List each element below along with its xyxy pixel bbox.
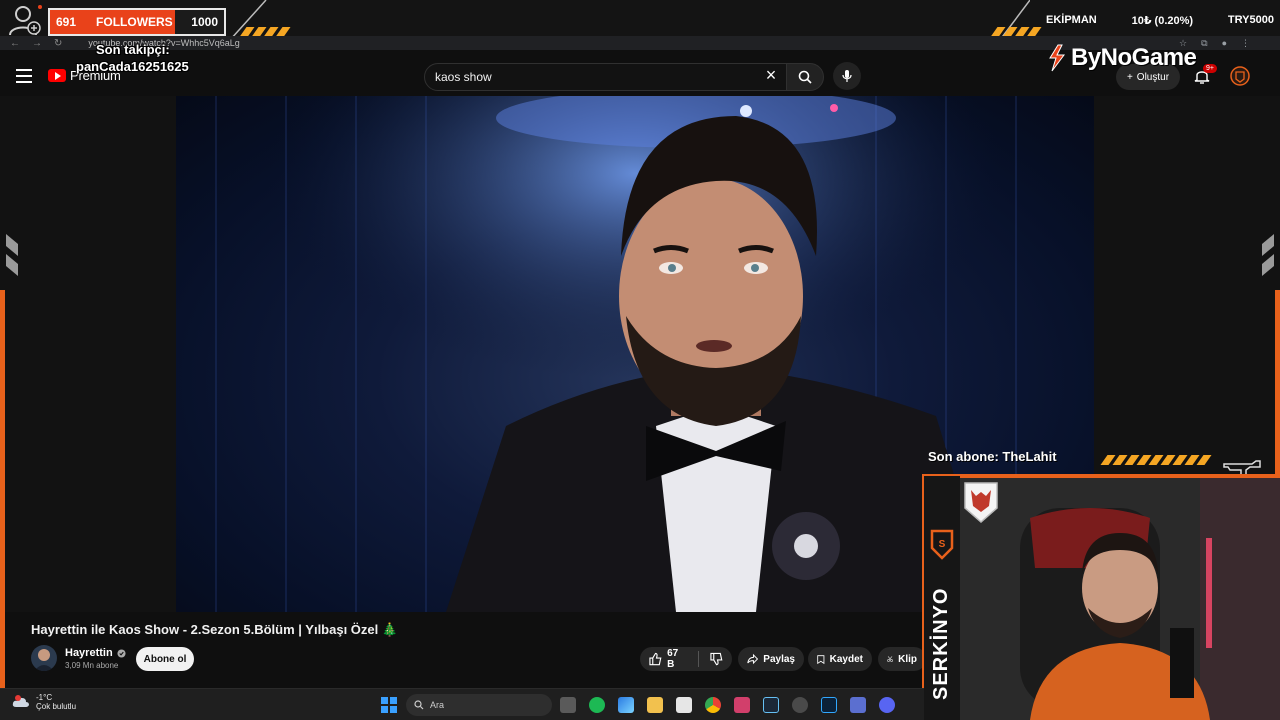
thumbs-up-icon[interactable] [649, 652, 662, 666]
bookmark-icon [817, 654, 825, 664]
search-icon [798, 70, 812, 84]
search-value: kaos show [435, 70, 492, 84]
media-app-icon[interactable] [734, 697, 750, 713]
taskbar-search-placeholder: Ara [430, 700, 445, 710]
share-label: Paylaş [763, 653, 795, 665]
webcam-video [960, 478, 1280, 720]
discord-icon[interactable] [879, 697, 895, 713]
photoshop-icon[interactable] [821, 697, 837, 713]
like-divider [697, 651, 699, 667]
followers-label: FOLLOWERS [96, 15, 173, 29]
follower-goal-counter: 691 FOLLOWERS 1000 [48, 8, 226, 36]
microphone-icon [842, 70, 852, 82]
voice-search-button[interactable] [833, 62, 861, 90]
verified-badge-icon [117, 648, 126, 658]
follower-progress-fill: 691 FOLLOWERS [50, 10, 175, 34]
plus-icon: + [1126, 71, 1133, 83]
clip-button[interactable]: Klip [878, 647, 926, 671]
temperature: -1°C [36, 693, 53, 702]
taskbar-search-icon [414, 700, 424, 710]
clear-search-icon[interactable]: × [760, 64, 782, 86]
chevrons-decoration-left [6, 234, 18, 276]
steam-icon[interactable] [763, 697, 779, 713]
copilot-icon[interactable] [618, 697, 634, 713]
streamer-name: SERKİNYO [930, 587, 952, 700]
video-title: Hayrettin ile Kaos Show - 2.Sezon 5.Bölü… [31, 622, 399, 637]
chrome-icon[interactable] [705, 697, 721, 713]
channel-avatar[interactable] [31, 645, 57, 671]
obs-icon[interactable] [792, 697, 808, 713]
forward-icon[interactable]: → [32, 38, 42, 49]
share-button[interactable]: Paylaş [738, 647, 804, 671]
bynogame-logo-icon [1049, 44, 1065, 72]
taskbar-search[interactable]: Ara [406, 694, 552, 716]
windows-start-icon[interactable] [381, 697, 397, 713]
last-follower-name: panCada16251625 [76, 59, 189, 74]
followers-goal: 1000 [191, 15, 218, 29]
clip-label: Klip [898, 653, 917, 665]
streamer-emblem-icon: S [930, 529, 954, 560]
followers-current: 691 [56, 15, 77, 29]
brand-text: ByNoGame [1071, 44, 1197, 71]
search-button[interactable] [786, 63, 824, 91]
save-button[interactable]: Kaydet [808, 647, 872, 671]
ticker-right: TRY5000 [1227, 14, 1274, 26]
notification-badge: 9+ [1203, 64, 1217, 73]
profile-icon[interactable]: ● [1222, 38, 1227, 49]
extensions-icon[interactable]: ⧉ [1201, 38, 1207, 49]
windows-taskbar: -1°C Çok bulutlu Ara [0, 688, 924, 720]
youtube-play-icon [48, 69, 66, 82]
bynogame-brand: ByNoGame [1044, 44, 1197, 72]
weather-description: Çok bulutlu [36, 702, 77, 711]
thumbs-down-icon[interactable] [710, 652, 723, 666]
ticker-mid: 10₺ (0.20%) [1131, 14, 1194, 27]
user-add-icon [9, 5, 42, 36]
bear-emblem-icon [964, 482, 998, 523]
weather-widget[interactable]: -1°C Çok bulutlu [12, 693, 76, 711]
vpn-icon[interactable] [850, 697, 866, 713]
search-input[interactable]: kaos show [424, 63, 788, 91]
webcam-scene [960, 478, 1280, 720]
overlay-side-accent-right [1275, 290, 1280, 480]
create-label: Oluştur [1136, 71, 1170, 83]
last-follower-label: Son takipçi: [96, 42, 170, 57]
reload-icon[interactable]: ↻ [54, 38, 62, 49]
channel-name[interactable]: Hayrettin [65, 647, 113, 659]
avatar-image [34, 649, 54, 671]
like-count[interactable]: 67 B [667, 648, 687, 670]
hamburger-menu-icon[interactable] [16, 69, 32, 83]
like-dislike-group: 67 B [640, 647, 732, 671]
equipment-ticker: EKİPMAN 10₺ (0.20%) TRY5000 [1040, 0, 1280, 40]
stream-overlay-top-bar: 691 FOLLOWERS 1000 EKİPMAN 10₺ (0.20%) T… [0, 0, 1280, 40]
spotify-icon[interactable] [589, 697, 605, 713]
share-icon [747, 653, 759, 665]
file-explorer-icon[interactable] [647, 697, 663, 713]
overlay-side-accent-left [0, 290, 5, 700]
channel-name-row[interactable]: Hayrettin [65, 647, 126, 659]
overlay-frame-lines [230, 0, 1030, 40]
scissors-icon [887, 656, 893, 662]
hazard-stripes-webcam [1100, 455, 1212, 465]
svg-text:S: S [939, 539, 946, 550]
cloud-icon [12, 695, 30, 707]
taskbar-app-icons [560, 697, 895, 713]
account-avatar-icon[interactable] [1230, 66, 1250, 86]
ticker-left: EKİPMAN [1046, 14, 1097, 26]
last-subscriber-label: Son abone: TheLahit [928, 449, 1057, 464]
subscribe-button[interactable]: Abone ol [136, 647, 194, 671]
save-label: Kaydet [829, 653, 863, 665]
store-icon[interactable] [676, 697, 692, 713]
back-icon[interactable]: ← [10, 38, 20, 49]
chevrons-decoration-right [1262, 234, 1274, 276]
subscriber-count: 3,09 Mn abone [65, 661, 119, 670]
browser-menu-icon[interactable]: ⋮ [1241, 38, 1250, 49]
task-view-icon[interactable] [560, 697, 576, 713]
